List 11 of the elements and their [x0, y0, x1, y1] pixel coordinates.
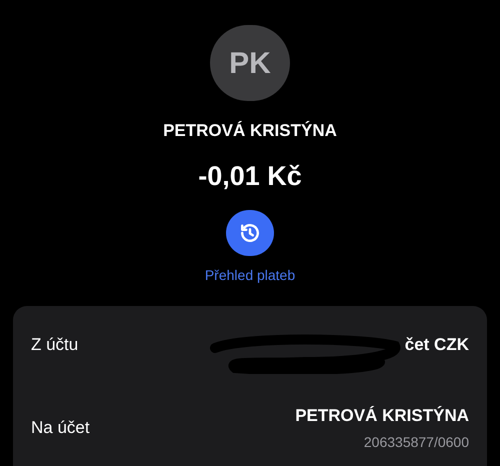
detail-label: Z účtu: [31, 334, 78, 356]
detail-label: Na účet: [31, 417, 90, 440]
amount: -0,01 Kč: [198, 160, 302, 193]
history-link[interactable]: Přehled plateb: [204, 265, 296, 286]
avatar: PK: [210, 25, 290, 102]
history-icon: [239, 222, 261, 244]
detail-value: PETROVÁ KRISTÝNA: [295, 405, 469, 428]
detail-value: čet CZK: [404, 334, 469, 356]
contact-name: PETROVÁ KRISTÝNA: [163, 120, 337, 142]
account-number: 206335877/0600: [364, 432, 469, 452]
history-button[interactable]: [226, 210, 274, 256]
